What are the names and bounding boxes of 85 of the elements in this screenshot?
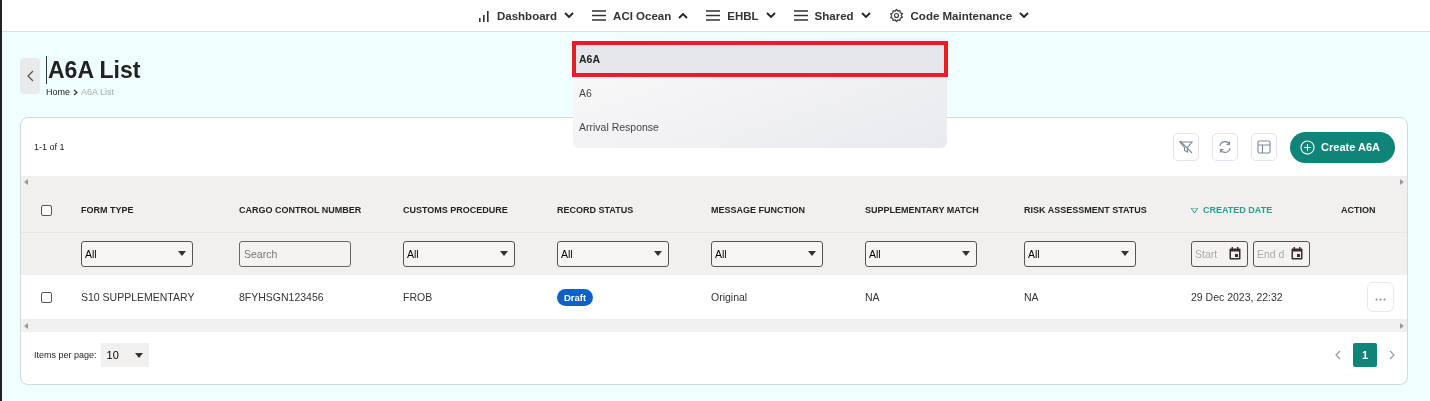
more-icon <box>1375 298 1386 301</box>
menu-icon <box>793 10 808 21</box>
table-cell: NA <box>865 291 880 303</box>
nav-label: Code Maintenance <box>910 9 1013 22</box>
refresh-button[interactable] <box>1212 133 1239 161</box>
filter-select[interactable]: All <box>403 240 515 267</box>
column-header[interactable]: ACTION <box>1341 205 1376 215</box>
filter-select[interactable]: All <box>557 240 669 267</box>
column-header[interactable]: RECORD STATUS <box>557 205 634 215</box>
nav-menu[interactable]: EHBL <box>706 9 776 22</box>
menu-item[interactable]: A6 <box>573 76 947 110</box>
scroll-right-icon[interactable] <box>1400 179 1404 185</box>
calendar-icon <box>1229 247 1241 260</box>
horizontal-scrollbar[interactable] <box>21 176 1407 188</box>
filter-off-icon <box>1179 140 1194 154</box>
items-per-page-label: Items per page: <box>34 350 97 360</box>
settings-icon <box>888 8 904 23</box>
chevron-right-icon[interactable] <box>1389 350 1395 360</box>
dropdown-caret-icon <box>134 352 143 358</box>
table-cell: 8FYHSGN123456 <box>239 291 324 303</box>
dropdown-caret-icon <box>654 251 662 256</box>
page-title: A6A List <box>46 56 141 84</box>
scroll-left-icon[interactable] <box>24 323 28 329</box>
back-button[interactable] <box>20 58 40 94</box>
filter-select[interactable]: All <box>1024 240 1136 267</box>
table-cell: FROB <box>403 291 433 303</box>
scroll-right-icon[interactable] <box>1400 323 1404 329</box>
chevron-down-icon <box>860 12 871 19</box>
filter-select[interactable]: All <box>865 240 977 267</box>
select-all-checkbox[interactable] <box>41 204 52 216</box>
calendar-icon <box>1291 247 1303 260</box>
dropdown-caret-icon <box>962 251 970 256</box>
menu-item[interactable]: Arrival Response <box>573 110 947 144</box>
nav-menu[interactable]: ACI Ocean <box>592 9 689 22</box>
dropdown-caret-icon <box>500 251 508 256</box>
chevron-down-icon <box>1019 12 1030 19</box>
plus-circle-icon <box>1300 139 1316 155</box>
bar-chart-icon <box>478 9 490 22</box>
sort-arrow-icon <box>1191 207 1198 213</box>
filter-select[interactable]: All <box>711 240 823 267</box>
table-cell: Original <box>711 291 748 303</box>
range-label: 1-1 of 1 <box>34 142 66 152</box>
dropdown-caret-icon <box>178 251 186 256</box>
nav-label: ACI Ocean <box>613 9 672 22</box>
nav-menu[interactable]: Code Maintenance <box>888 8 1030 23</box>
chevron-right-icon <box>73 88 78 96</box>
columns-button[interactable] <box>1251 133 1278 161</box>
menu-icon <box>592 10 607 21</box>
status-badge: Draft <box>557 288 594 306</box>
table-cell: S10 SUPPLEMENTARY <box>81 291 195 303</box>
page-button[interactable]: 1 <box>1353 343 1377 367</box>
horizontal-scrollbar[interactable] <box>21 320 1407 332</box>
create-button[interactable]: Create A6A <box>1290 131 1395 163</box>
scroll-left-icon[interactable] <box>24 179 28 185</box>
search-field[interactable]: Search <box>239 240 351 267</box>
clear-filter-button[interactable] <box>1173 133 1200 161</box>
chevron-down-icon <box>765 12 776 19</box>
chevron-down-icon <box>564 12 575 19</box>
nav-menu[interactable]: Dashboard <box>478 9 575 22</box>
menu-item[interactable]: A6A <box>573 42 947 76</box>
column-header[interactable]: RISK ASSESSMENT STATUS <box>1024 205 1147 215</box>
nav-label: Shared <box>814 9 854 22</box>
chevron-up-icon <box>678 12 689 19</box>
column-header[interactable]: CARGO CONTROL NUMBER <box>239 205 362 215</box>
column-header[interactable]: CUSTOMS PROCEDURE <box>403 205 508 215</box>
items-per-page-select[interactable]: 10 <box>100 343 149 367</box>
column-header[interactable]: SUPPLEMENTARY MATCH <box>865 205 979 215</box>
dropdown-caret-icon <box>1121 251 1129 256</box>
chevron-left-icon <box>26 70 34 82</box>
table-cell: NA <box>1024 291 1039 303</box>
menu-icon <box>706 10 721 21</box>
refresh-icon <box>1218 140 1233 154</box>
nav-label: EHBL <box>727 9 759 22</box>
breadcrumb-current: A6A List <box>81 87 115 97</box>
column-header[interactable]: FORM TYPE <box>81 205 134 215</box>
table-cell: 29 Dec 2023, 22:32 <box>1191 291 1283 303</box>
column-header[interactable]: MESSAGE FUNCTION <box>711 205 805 215</box>
breadcrumb-link[interactable]: Home <box>46 87 70 97</box>
nav-menu[interactable]: Shared <box>793 9 871 22</box>
row-checkbox[interactable] <box>41 291 52 303</box>
nav-label: Dashboard <box>497 9 558 22</box>
chevron-left-icon[interactable] <box>1335 350 1341 360</box>
layout-icon <box>1257 140 1272 154</box>
filter-select[interactable]: All <box>81 240 193 267</box>
dropdown-caret-icon <box>808 251 816 256</box>
